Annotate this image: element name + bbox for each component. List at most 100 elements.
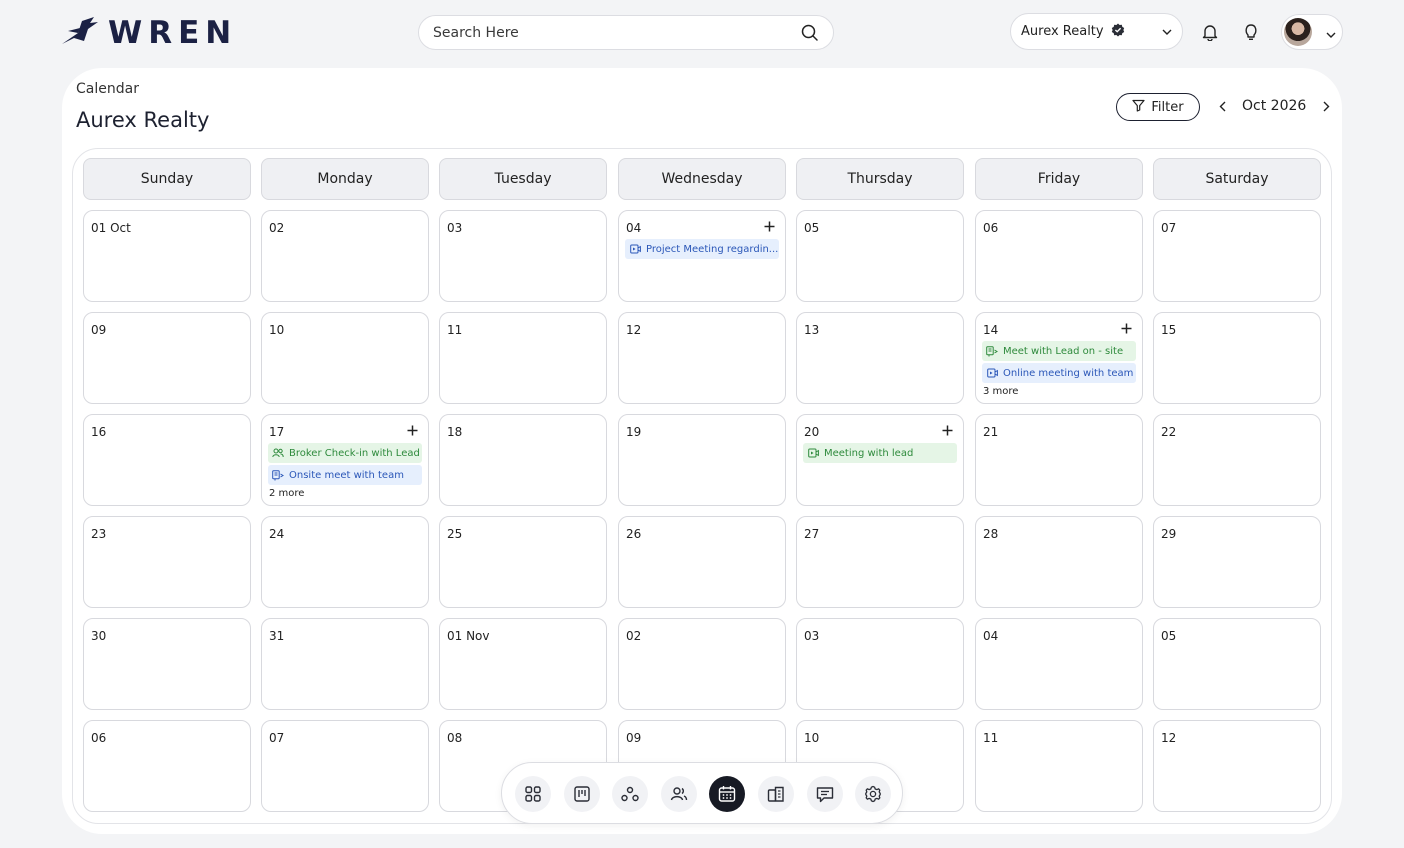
calendar-day-cell[interactable]: 18 (439, 414, 607, 506)
calendar-nav-button[interactable] (709, 776, 746, 812)
chat-nav-button[interactable] (806, 776, 843, 812)
calendar-day-cell[interactable]: 10 (261, 312, 429, 404)
search-icon[interactable] (799, 23, 819, 43)
chevron-right-icon[interactable] (1320, 96, 1332, 116)
calendar-day-cell[interactable]: 11 (439, 312, 607, 404)
calendar-day-cell[interactable]: 07 (1153, 210, 1321, 302)
day-number: 03 (447, 221, 463, 235)
day-number: 24 (269, 527, 285, 541)
add-event-icon[interactable] (764, 221, 775, 233)
calendar-day-cell[interactable]: 29 (1153, 516, 1321, 608)
calendar-day-cell[interactable]: 25 (439, 516, 607, 608)
calendar-day-cell[interactable]: 31 (261, 618, 429, 710)
calendar-day-cell[interactable]: 14 Meet with Lead on - site Online meeting… (975, 312, 1143, 404)
calendar-day-cell[interactable]: 04 (975, 618, 1143, 710)
calendar-day-cell[interactable]: 06 (83, 720, 251, 812)
search-bar[interactable] (418, 15, 834, 50)
day-number: 12 (1161, 731, 1177, 745)
lightbulb-icon[interactable] (1241, 22, 1261, 42)
user-menu[interactable] (1281, 14, 1343, 50)
calendar-day-cell[interactable]: 23 (83, 516, 251, 608)
calendar-day-cell[interactable]: 05 (1153, 618, 1321, 710)
organization-name: Aurex Realty (1021, 24, 1104, 39)
calendar-day-cell[interactable]: 12 (1153, 720, 1321, 812)
bottom-dock (501, 762, 903, 824)
event-chip[interactable]: Meeting with lead (803, 443, 957, 463)
day-number: 04 (626, 221, 642, 235)
event-title: Meeting with lead (824, 447, 914, 459)
users-nav-button[interactable] (660, 776, 697, 812)
day-number: 10 (269, 323, 285, 337)
calendar-day-cell[interactable]: 30 (83, 618, 251, 710)
network-icon (621, 786, 639, 802)
calendar-day-cell[interactable]: 26 (618, 516, 786, 608)
calendar-day-cell[interactable]: 17 Broker Check-in with Lead Onsite meet w… (261, 414, 429, 506)
day-number: 01 Oct (91, 221, 131, 235)
weekday-header-thursday: Thursday (796, 158, 964, 200)
calendar-day-cell[interactable]: 02 (618, 618, 786, 710)
more-events-link[interactable]: 3 more (983, 386, 1018, 397)
calendar-day-cell[interactable]: 09 (83, 312, 251, 404)
calendar-day-cell[interactable]: 21 (975, 414, 1143, 506)
event-chip[interactable]: Project Meeting regardin... (625, 239, 779, 259)
settings-nav-button[interactable] (855, 776, 892, 812)
day-number: 31 (269, 629, 285, 643)
buildings-nav-button[interactable] (758, 776, 794, 812)
search-input[interactable] (433, 24, 799, 41)
add-event-icon[interactable] (1121, 323, 1132, 335)
day-number: 10 (804, 731, 820, 745)
board-nav-button[interactable] (563, 776, 600, 812)
calendar-day-cell[interactable]: 11 (975, 720, 1143, 812)
calendar-day-cell[interactable]: 07 (261, 720, 429, 812)
day-number: 26 (626, 527, 642, 541)
calendar-day-cell[interactable]: 16 (83, 414, 251, 506)
day-number: 13 (804, 323, 820, 337)
wren-bird-icon (60, 15, 102, 51)
add-event-icon[interactable] (942, 425, 953, 437)
brand-logo[interactable]: WREN (60, 15, 237, 51)
day-number: 18 (447, 425, 463, 439)
calendar-day-cell[interactable]: 22 (1153, 414, 1321, 506)
weekday-header-saturday: Saturday (1153, 158, 1321, 200)
calendar-day-cell[interactable]: 04 Project Meeting regardin... (618, 210, 786, 302)
calendar-card: Calendar Aurex Realty Filter Oct 2026 Su… (62, 68, 1342, 834)
event-chip[interactable]: Meet with Lead on - site (982, 341, 1136, 361)
onsite-icon (986, 345, 998, 357)
chevron-down-icon (1326, 23, 1336, 42)
calendar-day-cell[interactable]: 03 (796, 618, 964, 710)
network-nav-button[interactable] (612, 776, 649, 812)
event-chip[interactable]: Onsite meet with team (268, 465, 422, 485)
calendar-day-cell[interactable]: 24 (261, 516, 429, 608)
bell-icon[interactable] (1200, 22, 1220, 42)
day-number: 19 (626, 425, 642, 439)
calendar-day-cell[interactable]: 15 (1153, 312, 1321, 404)
chevron-left-icon[interactable] (1216, 96, 1228, 116)
add-event-icon[interactable] (407, 425, 418, 437)
video-icon (807, 447, 819, 459)
calendar-day-cell[interactable]: 06 (975, 210, 1143, 302)
weekday-header-tuesday: Tuesday (439, 158, 607, 200)
current-month: Oct 2026 (1242, 98, 1307, 114)
event-chip[interactable]: Broker Check-in with Lead (268, 443, 422, 463)
calendar-day-cell[interactable]: 01 Oct (83, 210, 251, 302)
calendar-day-cell[interactable]: 20 Meeting with lead (796, 414, 964, 506)
calendar-day-cell[interactable]: 13 (796, 312, 964, 404)
calendar-day-cell[interactable]: 27 (796, 516, 964, 608)
people-icon (272, 447, 284, 459)
calendar-day-cell[interactable]: 03 (439, 210, 607, 302)
calendar-day-cell[interactable]: 19 (618, 414, 786, 506)
calendar-day-cell[interactable]: 05 (796, 210, 964, 302)
calendar-day-cell[interactable]: 28 (975, 516, 1143, 608)
event-chip[interactable]: Online meeting with team (982, 363, 1136, 383)
calendar-day-cell[interactable]: 12 (618, 312, 786, 404)
day-number: 20 (804, 425, 820, 439)
calendar-day-cell[interactable]: 02 (261, 210, 429, 302)
more-events-link[interactable]: 2 more (269, 488, 304, 499)
dashboard-nav-button[interactable] (515, 776, 551, 812)
calendar-day-cell[interactable]: 01 Nov (439, 618, 607, 710)
day-number: 15 (1161, 323, 1177, 337)
onsite-icon (272, 469, 284, 481)
filter-button[interactable]: Filter (1116, 93, 1200, 121)
organization-selector[interactable]: Aurex Realty (1010, 13, 1183, 50)
day-number: 12 (626, 323, 642, 337)
